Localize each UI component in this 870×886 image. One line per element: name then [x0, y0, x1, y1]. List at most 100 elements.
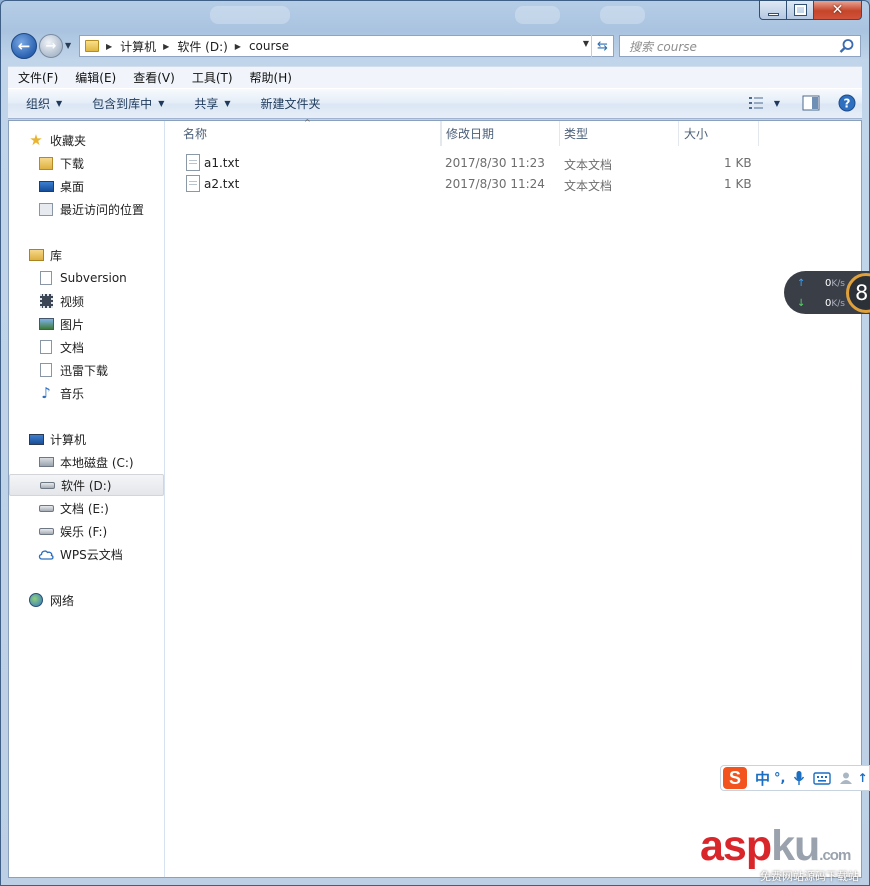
sidebar-item-desktop[interactable]: 桌面 [9, 175, 164, 197]
view-options-icon[interactable] [748, 96, 764, 110]
address-history-dropdown[interactable]: ▼ [583, 39, 589, 48]
maximize-button[interactable] [787, 0, 814, 20]
sidebar-item-label: 图片 [60, 317, 85, 332]
sidebar-item-downloads[interactable]: 下载 [9, 152, 164, 174]
column-header-name[interactable]: ^ 名称 [166, 118, 441, 146]
breadcrumb-folder[interactable]: course [249, 39, 289, 53]
close-button[interactable]: ✕ [814, 0, 862, 20]
titlebar-blur [515, 6, 560, 24]
search-input[interactable]: 搜索 course [629, 38, 697, 55]
watermark-suffix: .com [819, 847, 851, 864]
sidebar-libraries[interactable]: 库 [9, 244, 164, 266]
organize-label: 组织 [26, 97, 51, 111]
sidebar-item-label: 文档 [60, 340, 85, 355]
sidebar-item-music[interactable]: ♪ 音乐 [9, 382, 164, 404]
chevron-right-icon[interactable]: ▶ [235, 42, 241, 51]
sidebar-item-recent-places[interactable]: 最近访问的位置 [9, 198, 164, 220]
sidebar-network-label: 网络 [50, 593, 75, 608]
file-name: a1.txt [204, 156, 240, 170]
sidebar-item-label: 娱乐 (F:) [60, 524, 108, 539]
ime-punctuation-toggle[interactable]: °, [774, 771, 785, 786]
view-dropdown-icon[interactable]: ▼ [774, 99, 780, 108]
picture-icon [38, 316, 54, 332]
chevron-right-icon[interactable]: ▶ [106, 42, 112, 51]
sidebar-item-drive-d[interactable]: 软件 (D:) [9, 474, 164, 496]
star-icon: ★ [29, 131, 43, 149]
sidebar-item-videos[interactable]: 视频 [9, 290, 164, 312]
document-library-icon [38, 270, 54, 286]
column-header-size[interactable]: 大小 [679, 121, 759, 146]
recent-pages-dropdown[interactable]: ▼ [65, 41, 71, 50]
sidebar-item-pictures[interactable]: 图片 [9, 313, 164, 335]
caption-buttons: ✕ [759, 0, 862, 20]
address-bar[interactable]: ▶ 计算机 ▶ 软件 (D:) ▶ course ▼ ⇆ [79, 35, 614, 57]
share-button[interactable]: 共享 ▼ [194, 95, 230, 112]
maximize-icon [793, 4, 807, 16]
upload-arrow-icon: ↑ [797, 278, 806, 289]
sidebar-item-subversion[interactable]: Subversion [9, 267, 164, 289]
refresh-icon: ⇆ [597, 38, 608, 54]
sidebar-item-label: WPS云文档 [60, 547, 123, 562]
file-size: 1 KB [724, 177, 752, 191]
sidebar-item-drive-c[interactable]: 本地磁盘 (C:) [9, 451, 164, 473]
chevron-down-icon: ▼ [56, 99, 63, 108]
text-file-icon [186, 154, 200, 171]
document-library-icon [38, 362, 54, 378]
breadcrumb-drive[interactable]: 软件 (D:) [177, 38, 227, 55]
sidebar-item-thunder-downloads[interactable]: 迅雷下载 [9, 359, 164, 381]
navigation-pane: ★ 收藏夹 下载 桌面 最近访问的位置 库 Subversion 视频 图片 文… [9, 121, 165, 877]
column-header-modified[interactable]: 修改日期 [441, 121, 560, 146]
new-folder-label: 新建文件夹 [260, 97, 321, 111]
breadcrumb-computer[interactable]: 计算机 [120, 38, 156, 55]
sidebar-item-label: Subversion [60, 271, 127, 285]
sidebar-favorites[interactable]: ★ 收藏夹 [9, 129, 164, 151]
column-header-label: 名称 [183, 127, 208, 141]
menu-edit[interactable]: 编辑(E) [75, 69, 116, 86]
sidebar-item-label: 文档 (E:) [60, 501, 109, 516]
file-size: 1 KB [724, 156, 752, 170]
share-label: 共享 [194, 97, 219, 111]
sidebar-computer[interactable]: 计算机 [9, 428, 164, 450]
help-icon[interactable]: ? [838, 94, 856, 112]
forward-button[interactable]: → [39, 34, 63, 58]
user-account-icon[interactable] [839, 771, 853, 785]
menu-file[interactable]: 文件(F) [18, 69, 58, 86]
keyboard-icon[interactable] [813, 771, 832, 785]
file-row[interactable]: a2.txt 2017/8/30 11:24 文本文档 1 KB [166, 174, 766, 195]
chevron-down-icon: ▼ [224, 99, 231, 108]
include-in-library-button[interactable]: 包含到库中 ▼ [92, 95, 164, 112]
hard-drive-icon [38, 523, 54, 539]
speed-dial-value: 8 [855, 281, 869, 305]
sidebar-network[interactable]: 网络 [9, 589, 164, 611]
watermark-tagline: 免费网站源码下载站 [760, 871, 859, 883]
network-globe-icon [28, 592, 44, 608]
ime-mode-toggle[interactable]: 中 [755, 768, 770, 789]
preview-pane-icon[interactable] [802, 95, 820, 111]
microphone-icon[interactable] [793, 770, 805, 786]
sidebar-item-label: 下载 [60, 156, 85, 171]
back-button[interactable]: ← [11, 33, 37, 59]
file-row[interactable]: a1.txt 2017/8/30 11:23 文本文档 1 KB [166, 153, 766, 174]
sogou-logo-icon[interactable]: S [723, 767, 747, 789]
upload-speed: ↑ 0K/s [797, 278, 845, 289]
menu-view[interactable]: 查看(V) [133, 69, 175, 86]
sidebar-item-wps-cloud[interactable]: WPS云文档 [9, 543, 164, 565]
network-speed-widget[interactable]: ↑ 0K/s ↓ 0K/s 8 [784, 271, 870, 314]
search-icon[interactable] [839, 38, 855, 54]
ime-more-icon[interactable]: ↑ [857, 771, 867, 785]
sidebar-item-documents[interactable]: 文档 [9, 336, 164, 358]
menu-tools[interactable]: 工具(T) [192, 69, 233, 86]
titlebar-blur [600, 6, 645, 24]
search-box[interactable]: 搜索 course [619, 35, 861, 57]
file-type: 文本文档 [564, 158, 613, 172]
chevron-right-icon[interactable]: ▶ [163, 42, 169, 51]
refresh-button[interactable]: ⇆ [591, 35, 613, 57]
organize-button[interactable]: 组织 ▼ [26, 95, 62, 112]
new-folder-button[interactable]: 新建文件夹 [261, 95, 321, 112]
minimize-button[interactable] [759, 0, 787, 20]
column-header-type[interactable]: 类型 [560, 121, 679, 146]
view-controls: ▼ ? [748, 94, 856, 112]
sidebar-item-drive-e[interactable]: 文档 (E:) [9, 497, 164, 519]
sidebar-item-drive-f[interactable]: 娱乐 (F:) [9, 520, 164, 542]
menu-help[interactable]: 帮助(H) [250, 69, 292, 86]
